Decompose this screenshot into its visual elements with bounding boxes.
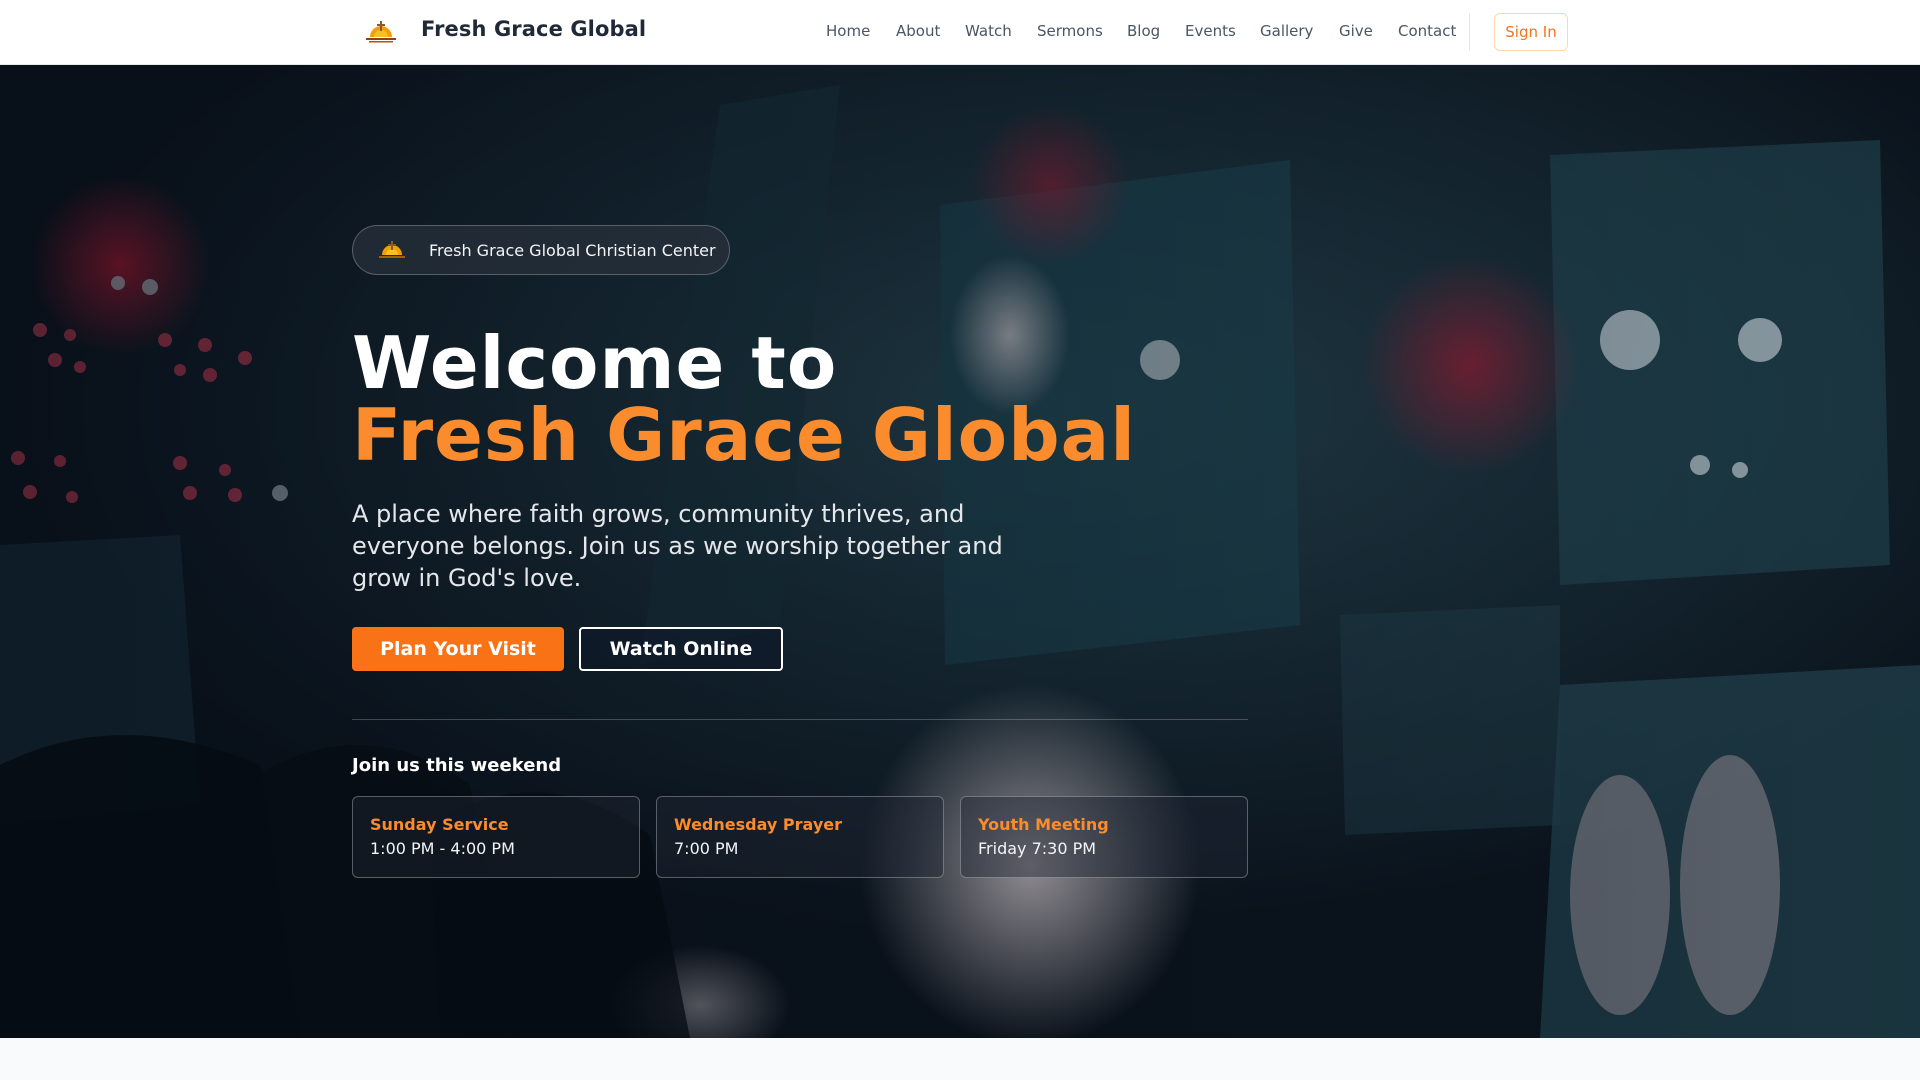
service-time: 7:00 PM <box>674 839 739 858</box>
site-header: Fresh Grace Global Home About Watch Serm… <box>0 0 1920 65</box>
service-name: Wednesday Prayer <box>674 815 842 834</box>
badge-text: Fresh Grace Global Christian Center <box>429 240 716 260</box>
service-name: Sunday Service <box>370 815 509 834</box>
nav-divider <box>1469 13 1470 51</box>
nav-about[interactable]: About <box>896 22 940 40</box>
service-time: Friday 7:30 PM <box>978 839 1097 858</box>
nav-blog[interactable]: Blog <box>1127 22 1160 40</box>
plan-your-visit-button[interactable]: Plan Your Visit <box>352 627 564 671</box>
weekend-label: Join us this weekend <box>352 755 562 776</box>
service-card-youth[interactable]: Youth Meeting Friday 7:30 PM <box>960 796 1248 878</box>
nav-home[interactable]: Home <box>826 22 870 40</box>
nav-contact[interactable]: Contact <box>1398 22 1456 40</box>
hero-subtitle: A place where faith grows, community thr… <box>352 500 1003 592</box>
hero-title-line1: Welcome to <box>352 321 838 405</box>
service-card-wednesday[interactable]: Wednesday Prayer 7:00 PM <box>656 796 944 878</box>
church-badge: Fresh Grace Global Christian Center <box>352 225 730 275</box>
service-name: Youth Meeting <box>978 815 1109 834</box>
watch-online-button[interactable]: Watch Online <box>579 627 783 671</box>
nav-sermons[interactable]: Sermons <box>1037 22 1103 40</box>
service-card-sunday[interactable]: Sunday Service 1:00 PM - 4:00 PM <box>352 796 640 878</box>
church-logo-icon <box>379 241 405 258</box>
hero-divider <box>352 719 1248 720</box>
church-logo-icon[interactable] <box>362 17 400 45</box>
nav-give[interactable]: Give <box>1339 22 1373 40</box>
nav-gallery[interactable]: Gallery <box>1260 22 1313 40</box>
nav-watch[interactable]: Watch <box>965 22 1012 40</box>
hero-section: Fresh Grace Global Christian Center Welc… <box>0 65 1920 1038</box>
brand-name[interactable]: Fresh Grace Global <box>421 17 646 41</box>
sign-in-button[interactable]: Sign In <box>1494 13 1568 51</box>
hero-title-line2: Fresh Grace Global <box>352 393 1136 477</box>
service-time: 1:00 PM - 4:00 PM <box>370 839 515 858</box>
nav-events[interactable]: Events <box>1185 22 1236 40</box>
